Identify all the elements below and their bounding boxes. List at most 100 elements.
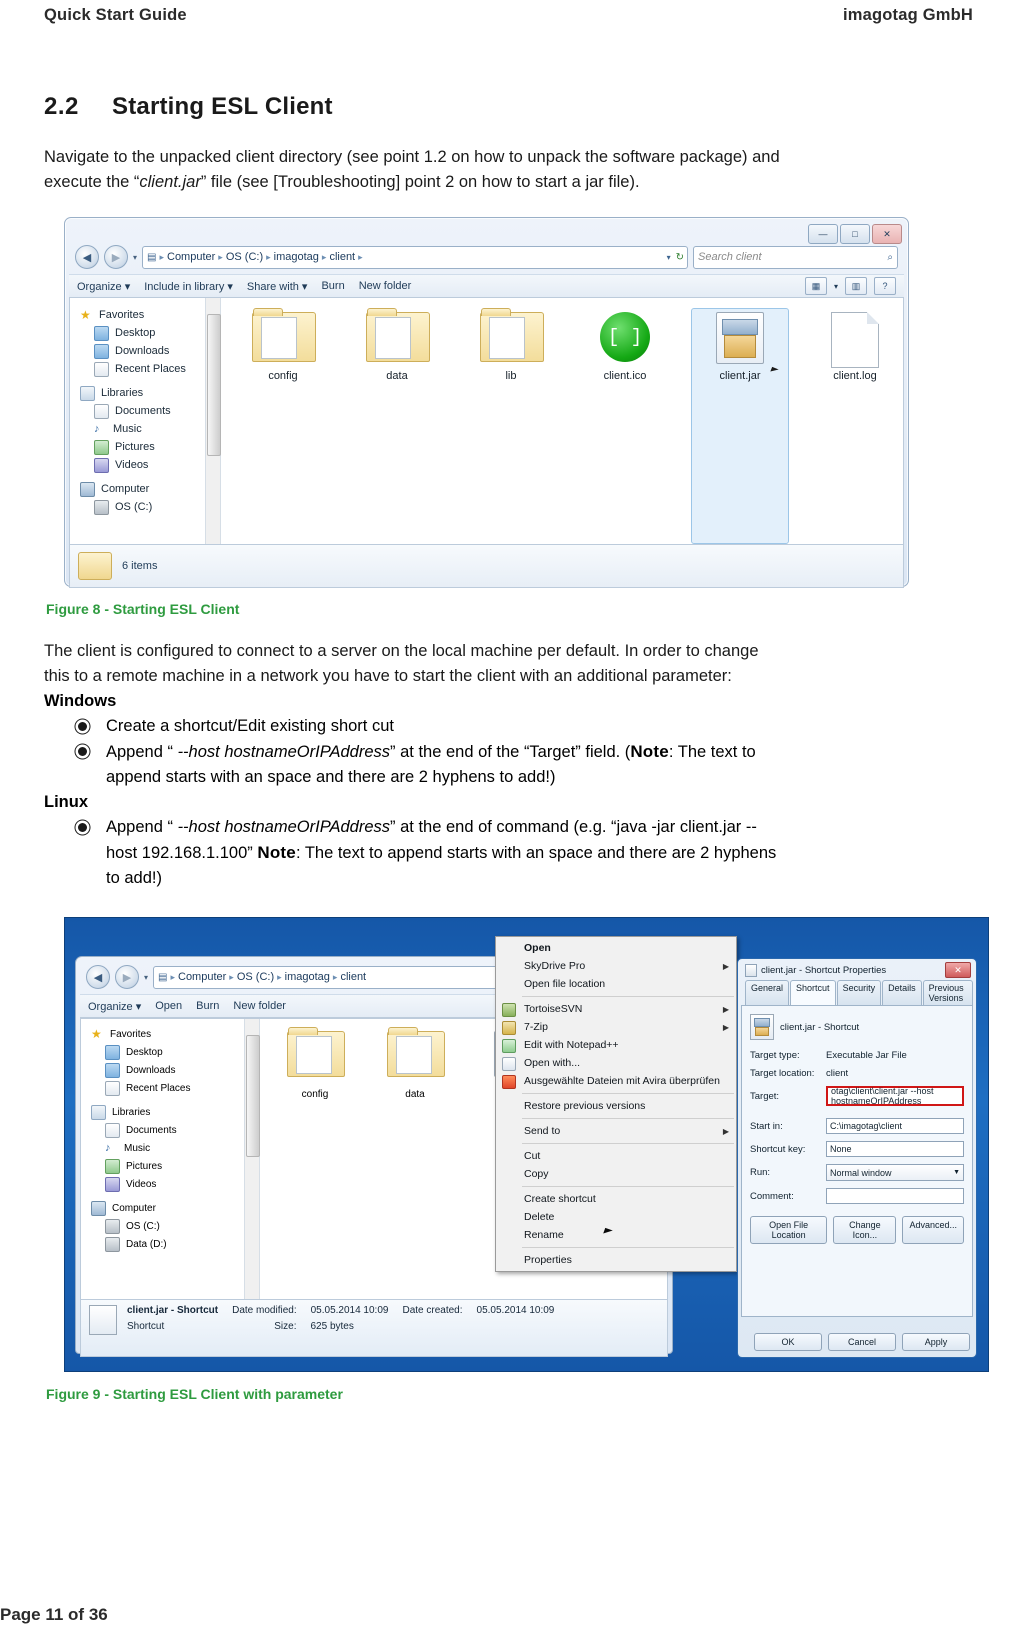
- props-row-run[interactable]: Run: Normal window ▼: [750, 1164, 964, 1181]
- f9-navigation-pane[interactable]: ★ Favorites Desktop Downloads Recent Plac…: [81, 1019, 260, 1299]
- maximize-button[interactable]: □: [840, 224, 870, 244]
- close-button[interactable]: ✕: [872, 224, 902, 244]
- sidebar-item-desktop[interactable]: Desktop: [78, 324, 220, 342]
- sidebar-item-favorites[interactable]: ★ Favorites: [78, 306, 220, 324]
- recent-locations-caret-icon[interactable]: ▾: [144, 973, 148, 982]
- f9-file-item-data[interactable]: data: [372, 1027, 458, 1113]
- cancel-button[interactable]: Cancel: [828, 1333, 896, 1351]
- toolbar-right-group[interactable]: ▦ ▾ ▥ ?: [804, 277, 896, 295]
- ctx-7zip[interactable]: 7-Zip ▶: [496, 1018, 736, 1036]
- chevron-down-icon[interactable]: ▾: [667, 253, 671, 262]
- props-row-shortcut-key[interactable]: Shortcut key: None: [750, 1141, 964, 1157]
- breadcrumb-computer[interactable]: Computer: [167, 251, 215, 263]
- sidebar-item-downloads[interactable]: Downloads: [78, 342, 220, 360]
- file-item-config[interactable]: config: [235, 308, 331, 544]
- f9-sidebar-item-favorites[interactable]: ★ Favorites: [89, 1025, 259, 1043]
- sidebar-item-music[interactable]: ♪ Music: [78, 420, 220, 438]
- toolbar-include-in-library[interactable]: Include in library ▾: [144, 280, 233, 293]
- toolbar-organize[interactable]: Organize ▾: [77, 280, 130, 293]
- file-item-data[interactable]: data: [349, 308, 445, 544]
- preview-pane-icon[interactable]: ▥: [845, 277, 867, 295]
- f9-sidebar-item-videos[interactable]: Videos: [89, 1175, 259, 1193]
- props-target-input[interactable]: otag\client\client.jar --host hostnameOr…: [826, 1086, 964, 1106]
- chevron-down-icon[interactable]: ▼: [953, 1169, 960, 1176]
- shortcut-properties-dialog[interactable]: client.jar - Shortcut Properties ✕ Gener…: [737, 958, 977, 1358]
- props-row-comment[interactable]: Comment:: [750, 1188, 964, 1204]
- change-icon-button[interactable]: Change Icon...: [833, 1216, 897, 1244]
- ctx-delete[interactable]: Delete: [496, 1208, 736, 1226]
- ctx-cut[interactable]: Cut: [496, 1147, 736, 1165]
- props-row-start-in[interactable]: Start in: C:\imagotag\client: [750, 1118, 964, 1134]
- props-row-target[interactable]: Target: otag\client\client.jar --host ho…: [750, 1086, 964, 1106]
- toolbar-share-with[interactable]: Share with ▾: [247, 280, 308, 293]
- props-tabs[interactable]: General Shortcut Security Details Previo…: [741, 980, 973, 1005]
- scrollbar-thumb[interactable]: [246, 1035, 260, 1157]
- f9-sidebar-item-documents[interactable]: Documents: [89, 1121, 259, 1139]
- toolbar-burn[interactable]: Burn: [321, 280, 344, 292]
- f9-breadcrumb-computer[interactable]: Computer: [178, 971, 226, 983]
- navigation-scrollbar[interactable]: [205, 298, 221, 544]
- toolbar-new-folder[interactable]: New folder: [359, 280, 412, 292]
- f9-sidebar-item-downloads[interactable]: Downloads: [89, 1061, 259, 1079]
- ctx-open-with[interactable]: Open with...: [496, 1054, 736, 1072]
- f9-toolbar-burn[interactable]: Burn: [196, 1000, 219, 1012]
- f9-breadcrumb-imagotag[interactable]: imagotag: [285, 971, 330, 983]
- ctx-open-file-location[interactable]: Open file location: [496, 975, 736, 993]
- ctx-avira-scan[interactable]: Ausgewählte Dateien mit Avira überprüfen: [496, 1072, 736, 1090]
- view-chevron-down-icon[interactable]: ▾: [834, 282, 838, 291]
- props-dialog-buttons[interactable]: OK Cancel Apply: [754, 1333, 970, 1351]
- f9-sidebar-item-data-d[interactable]: Data (D:): [89, 1235, 259, 1253]
- sidebar-item-libraries[interactable]: Libraries: [78, 384, 220, 402]
- ctx-edit-notepad[interactable]: Edit with Notepad++: [496, 1036, 736, 1054]
- f9-sidebar-item-desktop[interactable]: Desktop: [89, 1043, 259, 1061]
- search-icon[interactable]: ⌕: [887, 252, 893, 263]
- sidebar-item-pictures[interactable]: Pictures: [78, 438, 220, 456]
- f9-breadcrumb-os-c[interactable]: OS (C:): [237, 971, 274, 983]
- props-close-button[interactable]: ✕: [945, 962, 971, 978]
- ctx-tortoisesvn[interactable]: TortoiseSVN ▶: [496, 1000, 736, 1018]
- sidebar-item-documents[interactable]: Documents: [78, 402, 220, 420]
- navigation-pane[interactable]: ★ Favorites Desktop Downloads Recent Pla…: [70, 298, 221, 544]
- ctx-create-shortcut[interactable]: Create shortcut: [496, 1190, 736, 1208]
- tab-security[interactable]: Security: [836, 980, 882, 1005]
- file-list[interactable]: config data lib [ ] client.ico client.ja…: [221, 298, 903, 544]
- f9-sidebar-item-computer[interactable]: Computer: [89, 1199, 259, 1217]
- file-item-client-jar[interactable]: client.jar: [691, 308, 789, 544]
- scrollbar-thumb[interactable]: [207, 314, 221, 456]
- open-file-location-button[interactable]: Open File Location: [750, 1216, 828, 1244]
- forward-icon[interactable]: ▶: [104, 245, 128, 269]
- tab-general[interactable]: General: [745, 980, 790, 1005]
- f9-navigation-scrollbar[interactable]: [244, 1019, 260, 1299]
- props-start-in-input[interactable]: C:\imagotag\client: [826, 1118, 964, 1134]
- f9-sidebar-item-os-c[interactable]: OS (C:): [89, 1217, 259, 1235]
- ctx-skydrive-pro[interactable]: SkyDrive Pro ▶: [496, 957, 736, 975]
- apply-button[interactable]: Apply: [902, 1333, 970, 1351]
- explorer-toolbar[interactable]: Organize ▾ Include in library ▾ Share wi…: [69, 274, 904, 298]
- f9-sidebar-item-music[interactable]: ♪ Music: [89, 1139, 259, 1157]
- sidebar-item-recent-places[interactable]: Recent Places: [78, 360, 220, 378]
- props-shortcut-key-input[interactable]: None: [826, 1141, 964, 1157]
- props-mid-buttons[interactable]: Open File Location Change Icon... Advanc…: [750, 1216, 964, 1244]
- f9-toolbar-organize[interactable]: Organize ▾: [88, 1000, 141, 1013]
- breadcrumb-client[interactable]: client: [329, 251, 355, 263]
- f9-sidebar-item-libraries[interactable]: Libraries: [89, 1103, 259, 1121]
- ok-button[interactable]: OK: [754, 1333, 822, 1351]
- refresh-icon[interactable]: ↻: [676, 252, 684, 263]
- ctx-properties[interactable]: Properties: [496, 1251, 736, 1269]
- forward-icon[interactable]: ▶: [115, 965, 139, 989]
- f9-breadcrumb-client[interactable]: client: [340, 971, 366, 983]
- tab-details[interactable]: Details: [882, 980, 922, 1005]
- sidebar-item-videos[interactable]: Videos: [78, 456, 220, 474]
- back-icon[interactable]: ◀: [86, 965, 110, 989]
- address-bar[interactable]: ▤ ▸ Computer ▸ OS (C:) ▸ imagotag ▸ clie…: [142, 245, 688, 269]
- f9-toolbar-new-folder[interactable]: New folder: [233, 1000, 286, 1012]
- address-bar-icons[interactable]: ▾ ↻: [667, 247, 684, 268]
- f9-toolbar-open[interactable]: Open: [155, 1000, 182, 1012]
- view-icon[interactable]: ▦: [804, 277, 827, 295]
- file-item-lib[interactable]: lib: [463, 308, 559, 544]
- context-menu[interactable]: Open SkyDrive Pro ▶ Open file location To…: [495, 936, 737, 1272]
- f9-file-item-config[interactable]: config: [272, 1027, 358, 1113]
- recent-locations-caret-icon[interactable]: ▾: [133, 253, 137, 262]
- ctx-rename[interactable]: Rename: [496, 1226, 736, 1244]
- breadcrumb-imagotag[interactable]: imagotag: [274, 251, 319, 263]
